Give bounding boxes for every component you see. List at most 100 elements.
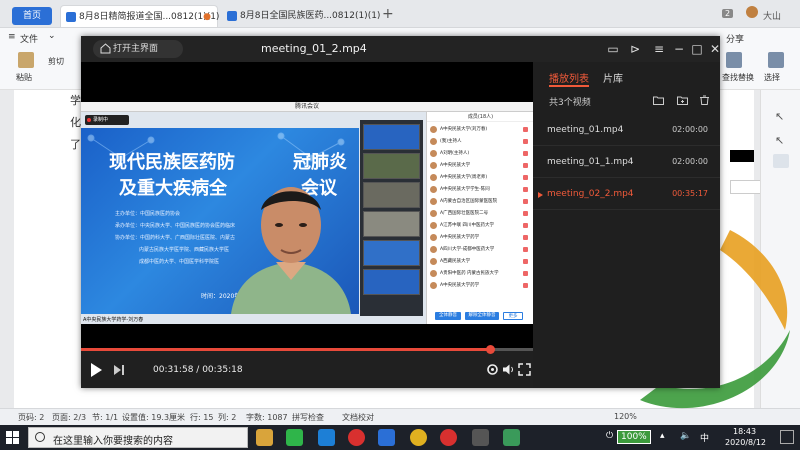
file-menu[interactable]: 文件: [20, 32, 38, 45]
participant-row[interactable]: (我)主持人: [430, 136, 530, 147]
share-button[interactable]: 分享: [726, 32, 744, 45]
participant-row[interactable]: A广西国际壮医医院二号: [430, 208, 530, 219]
chrome-icon[interactable]: [410, 429, 427, 446]
screencast-icon[interactable]: ▭: [603, 39, 623, 59]
participant-row[interactable]: A中央民族大学(刘万春): [430, 124, 530, 135]
paste-button[interactable]: 粘贴: [16, 72, 32, 83]
seek-bar[interactable]: [81, 345, 533, 354]
total-time: 00:35:18: [202, 365, 243, 375]
volume-icon[interactable]: 🔈: [680, 431, 691, 441]
select-button[interactable]: 选择: [764, 72, 780, 83]
seek-bar-fill: [81, 348, 491, 351]
tab-library[interactable]: 片库: [603, 70, 623, 85]
minimize-icon[interactable]: −: [669, 39, 689, 59]
playlist-item[interactable]: meeting_01.mp4 02:00:00: [533, 116, 720, 146]
windows-start-icon[interactable]: [6, 431, 19, 444]
fullscreen-icon[interactable]: [518, 363, 531, 376]
playlist-item[interactable]: meeting_01_1.mp4 02:00:00: [533, 148, 720, 178]
cursor-icon[interactable]: ↖: [775, 110, 784, 123]
video-thumbnail[interactable]: [363, 182, 420, 208]
unmute-all-button[interactable]: 解除全体静音: [465, 312, 499, 320]
video-thumbnail[interactable]: [363, 153, 420, 179]
select-icon[interactable]: [768, 52, 784, 68]
network-icon[interactable]: ▴: [660, 431, 665, 441]
participant-name: A中央民族大学(周老师): [440, 175, 488, 180]
ime-indicator[interactable]: 中: [700, 431, 709, 444]
settings-sliders-icon[interactable]: [773, 154, 789, 168]
tab-playlist[interactable]: 播放列表: [549, 70, 589, 87]
doc-check[interactable]: 文档校对: [342, 412, 374, 423]
participant-row[interactable]: A中央民族大学药学: [430, 232, 530, 243]
power-plug-icon[interactable]: ⏻: [606, 431, 613, 441]
more-button[interactable]: 更多: [503, 312, 523, 320]
chevron-down-icon[interactable]: ⌄: [48, 31, 56, 41]
avatar: [430, 126, 437, 133]
next-track-icon[interactable]: [113, 364, 125, 376]
home-tab[interactable]: 首页: [12, 7, 52, 25]
video-thumbnail[interactable]: [363, 124, 420, 150]
menu-icon[interactable]: ≡: [649, 39, 669, 59]
delete-icon[interactable]: [699, 95, 710, 105]
player-file-name: meeting_01_2.mp4: [261, 42, 367, 55]
video-thumbnail[interactable]: [363, 269, 420, 295]
participant-row[interactable]: A江苏中联 四川中医药大学: [430, 220, 530, 231]
participant-row[interactable]: A西藏民族大学: [430, 256, 530, 267]
app-red-icon[interactable]: [348, 429, 365, 446]
participant-row[interactable]: A中央民族大学学生-陈同: [430, 184, 530, 195]
slide-title-line-2: 及重大疾病全: [119, 178, 227, 199]
video-thumbnail[interactable]: [363, 240, 420, 266]
wps-writer-icon[interactable]: [378, 429, 395, 446]
video-thumbnail[interactable]: [363, 211, 420, 237]
edge-icon[interactable]: [318, 429, 335, 446]
video-surface[interactable]: 腾讯会议 录制中 现代民族医药防 冠肺炎 及重大疾病全 会议 主办单位：中国民族…: [81, 62, 534, 350]
spell-check[interactable]: 拼写检查: [292, 412, 324, 423]
cut-button[interactable]: 剪切: [48, 56, 64, 67]
participant-row[interactable]: A中央民族大学: [430, 160, 530, 171]
document-tab-1[interactable]: 8月8日精简报道全国...0812(1)(1) ●: [60, 5, 219, 28]
battery-indicator[interactable]: 100%: [617, 430, 651, 444]
pin-icon[interactable]: ⊳: [625, 39, 645, 59]
open-main-interface-button[interactable]: 打开主界面: [93, 40, 183, 58]
mic-icon: [523, 163, 528, 168]
find-replace-button[interactable]: 查找替换: [722, 72, 754, 83]
app-red-icon-2[interactable]: [440, 429, 457, 446]
media-player-icon[interactable]: [503, 429, 520, 446]
new-tab-plus-icon[interactable]: +: [382, 6, 394, 22]
participant-name: A江苏中联 四川中医药大学: [440, 223, 495, 228]
clock-time[interactable]: 18:43: [733, 427, 756, 436]
close-icon[interactable]: ✕: [705, 39, 725, 59]
tab-count-badge[interactable]: 2: [722, 9, 734, 18]
participant-row[interactable]: A内蒙古自治区国际蒙医医院: [430, 196, 530, 207]
close-icon[interactable]: ●: [203, 6, 211, 28]
taskbar-search-box[interactable]: 在这里输入你要搜索的内容: [28, 427, 248, 448]
participant-row[interactable]: A中央民族大学(周老师): [430, 172, 530, 183]
taskbar-search-placeholder: 在这里输入你要搜索的内容: [53, 436, 173, 447]
participant-name: A贵阳中医药 内蒙古民族大学: [440, 271, 499, 276]
participant-row[interactable]: A刘明(主持人): [430, 148, 530, 159]
play-icon[interactable]: [91, 363, 102, 377]
participant-row[interactable]: A贵阳中医药 内蒙古民族大学: [430, 268, 530, 279]
settings-gear-icon[interactable]: [486, 363, 499, 376]
participant-row[interactable]: A中央民族大学药学: [430, 280, 530, 291]
menu-icon[interactable]: ≡: [8, 32, 16, 42]
add-folder-icon[interactable]: [677, 95, 688, 105]
file-explorer-icon[interactable]: [256, 429, 273, 446]
pointer-icon[interactable]: ↖: [775, 134, 784, 147]
notification-icon[interactable]: [780, 430, 794, 444]
avatar[interactable]: [746, 6, 758, 18]
document-tab-2[interactable]: 8月8日全国民族医药...0812(1)(1): [222, 5, 380, 27]
settings-gear-icon[interactable]: [472, 429, 489, 446]
word-count[interactable]: 字数: 1087: [246, 412, 288, 423]
find-replace-icon[interactable]: [726, 52, 742, 68]
paste-icon[interactable]: [18, 52, 34, 68]
playlist-item-playing[interactable]: meeting_02_2.mp4 00:35:17: [533, 180, 720, 210]
volume-icon[interactable]: [502, 363, 515, 376]
clock-date[interactable]: 2020/8/12: [725, 438, 766, 447]
wps-doc-icon: [66, 12, 76, 22]
open-folder-icon[interactable]: [653, 95, 664, 105]
participant-row[interactable]: A四川大学-成都中医药大学: [430, 244, 530, 255]
avatar: [430, 270, 437, 277]
maximize-icon[interactable]: □: [687, 39, 707, 59]
wechat-icon[interactable]: [286, 429, 303, 446]
mute-all-button[interactable]: 全体静音: [435, 312, 461, 320]
